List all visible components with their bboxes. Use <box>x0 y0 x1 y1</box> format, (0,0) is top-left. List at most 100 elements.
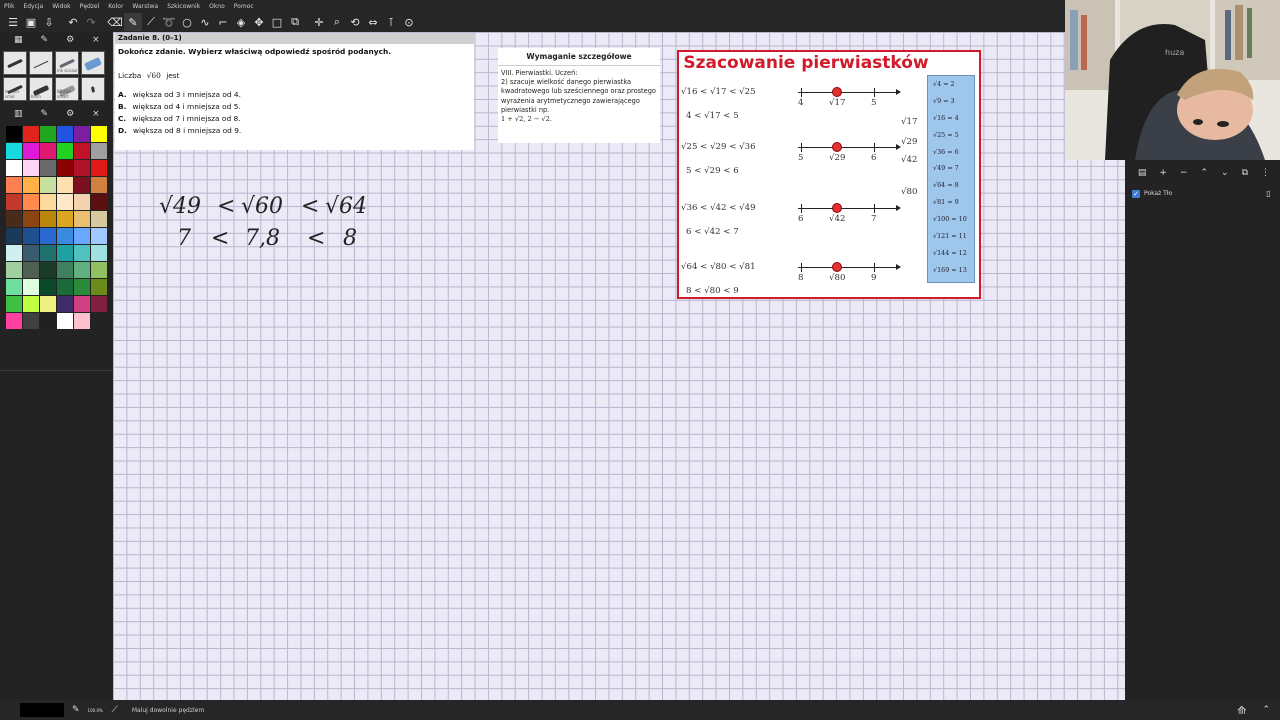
menu-help[interactable]: Pomoc <box>234 3 254 10</box>
move-up-icon[interactable]: ⌃ <box>1200 168 1208 178</box>
palette-swatch[interactable] <box>74 160 90 176</box>
palette-swatch[interactable] <box>74 228 90 244</box>
brush-tile[interactable]: marker smal <box>3 77 27 101</box>
palette-swatch[interactable] <box>74 313 90 329</box>
palette-swatch[interactable] <box>91 126 107 142</box>
palette-swatch[interactable] <box>40 177 56 193</box>
menu-file[interactable]: Plik <box>4 3 14 10</box>
menu-layer[interactable]: Warstwa <box>132 3 158 10</box>
menu-color[interactable]: Kolor <box>108 3 123 10</box>
palette-swatch[interactable] <box>23 211 39 227</box>
palette-swatch[interactable] <box>91 143 107 159</box>
palette-swatch[interactable] <box>57 228 73 244</box>
move-down-icon[interactable]: ⌄ <box>1221 168 1229 178</box>
export-icon[interactable]: ⇩ <box>40 13 58 31</box>
flip-icon[interactable]: ⇔ <box>364 13 382 31</box>
palette-swatch[interactable] <box>91 228 107 244</box>
brush-tile[interactable]: brish <box>29 77 53 101</box>
palette-icon[interactable]: ▥ <box>14 109 23 119</box>
curve-icon[interactable]: ∿ <box>196 13 214 31</box>
palette-swatch[interactable] <box>40 211 56 227</box>
color-settings-icon[interactable]: ⚙ <box>66 109 74 119</box>
palette-swatch[interactable] <box>57 177 73 193</box>
brush-settings-icon[interactable]: ✎ <box>72 705 80 715</box>
palette-swatch[interactable] <box>40 194 56 210</box>
palette-swatch[interactable] <box>74 245 90 261</box>
transform-icon[interactable]: ⧉ <box>286 13 304 31</box>
brush-edit-icon[interactable]: ✎ <box>41 35 49 45</box>
palette-swatch[interactable] <box>91 296 107 312</box>
palette-swatch[interactable] <box>6 279 22 295</box>
palette-swatch[interactable] <box>57 126 73 142</box>
eraser-icon[interactable]: ⌫ <box>106 13 124 31</box>
palette-swatch[interactable] <box>91 279 107 295</box>
palette-swatch[interactable] <box>91 177 107 193</box>
menu-view[interactable]: Widok <box>52 3 70 10</box>
brush-settings-icon[interactable]: ⚙ <box>66 35 74 45</box>
palette-swatch[interactable] <box>74 279 90 295</box>
palette-swatch[interactable] <box>23 262 39 278</box>
palette-swatch[interactable] <box>6 160 22 176</box>
palette-swatch[interactable] <box>57 262 73 278</box>
pan-icon[interactable]: ✛ <box>310 13 328 31</box>
add-layer-icon[interactable]: + <box>1159 168 1167 178</box>
palette-swatch[interactable] <box>40 245 56 261</box>
palette-swatch[interactable] <box>91 194 107 210</box>
palette-swatch[interactable] <box>23 177 39 193</box>
circle-icon[interactable]: ○ <box>178 13 196 31</box>
palette-swatch[interactable] <box>23 194 39 210</box>
palette-swatch[interactable] <box>6 245 22 261</box>
redo-icon[interactable]: ↷ <box>82 13 100 31</box>
menu-sketchbook[interactable]: Szkicownik <box>167 3 200 10</box>
palette-swatch[interactable] <box>40 160 56 176</box>
palette-swatch[interactable] <box>23 245 39 261</box>
fill-icon[interactable]: ◈ <box>232 13 250 31</box>
palette-swatch[interactable] <box>6 177 22 193</box>
palette-swatch[interactable] <box>57 296 73 312</box>
palette-swatch[interactable] <box>23 296 39 312</box>
brush-tile[interactable]: BRUSH smart <box>55 77 79 101</box>
close-icon[interactable]: × <box>92 109 100 119</box>
layer-menu-icon[interactable]: ▤ <box>1138 168 1147 178</box>
properties-icon[interactable]: ⋮ <box>1261 168 1270 178</box>
palette-swatch[interactable] <box>91 262 107 278</box>
palette-swatch[interactable] <box>23 160 39 176</box>
guide-icon[interactable]: ⊺ <box>382 13 400 31</box>
palette-swatch[interactable] <box>40 262 56 278</box>
palette-swatch[interactable] <box>91 160 107 176</box>
palette-swatch[interactable] <box>74 126 90 142</box>
rotate-icon[interactable]: ⟲ <box>346 13 364 31</box>
pen-icon[interactable]: ✎ <box>124 13 142 31</box>
palette-swatch[interactable] <box>57 211 73 227</box>
palette-swatch[interactable] <box>57 245 73 261</box>
palette-swatch[interactable] <box>57 194 73 210</box>
layer-visibility-checkbox[interactable]: ✓ <box>1132 189 1140 198</box>
brush-library-icon[interactable]: ▦ <box>14 35 23 45</box>
settings-icon[interactable]: ⊙ <box>400 13 418 31</box>
palette-swatch[interactable] <box>91 245 107 261</box>
palette-swatch[interactable] <box>91 211 107 227</box>
palette-swatch[interactable] <box>23 228 39 244</box>
palette-swatch[interactable] <box>74 262 90 278</box>
palette-swatch[interactable] <box>6 194 22 210</box>
move-icon[interactable]: ✥ <box>250 13 268 31</box>
palette-swatch[interactable] <box>74 177 90 193</box>
save-icon[interactable]: ▣ <box>22 13 40 31</box>
palette-swatch[interactable] <box>23 143 39 159</box>
brush-tile[interactable] <box>3 51 27 75</box>
brush-tile[interactable] <box>81 51 105 75</box>
palette-swatch[interactable] <box>74 296 90 312</box>
menu-icon[interactable]: ☰ <box>4 13 22 31</box>
palette-swatch[interactable] <box>57 143 73 159</box>
pencil-icon[interactable]: ⟋ <box>142 13 160 31</box>
palette-swatch[interactable] <box>6 296 22 312</box>
menu-window[interactable]: Okno <box>209 3 225 10</box>
undo-icon[interactable]: ↶ <box>64 13 82 31</box>
palette-swatch[interactable] <box>40 279 56 295</box>
expand-icon[interactable]: ⌃ <box>1262 705 1270 715</box>
palette-swatch[interactable] <box>6 262 22 278</box>
palette-swatch[interactable] <box>23 279 39 295</box>
palette-swatch[interactable] <box>6 143 22 159</box>
menu-edit[interactable]: Edycja <box>23 3 43 10</box>
zoom-icon[interactable]: ⌕ <box>328 13 346 31</box>
